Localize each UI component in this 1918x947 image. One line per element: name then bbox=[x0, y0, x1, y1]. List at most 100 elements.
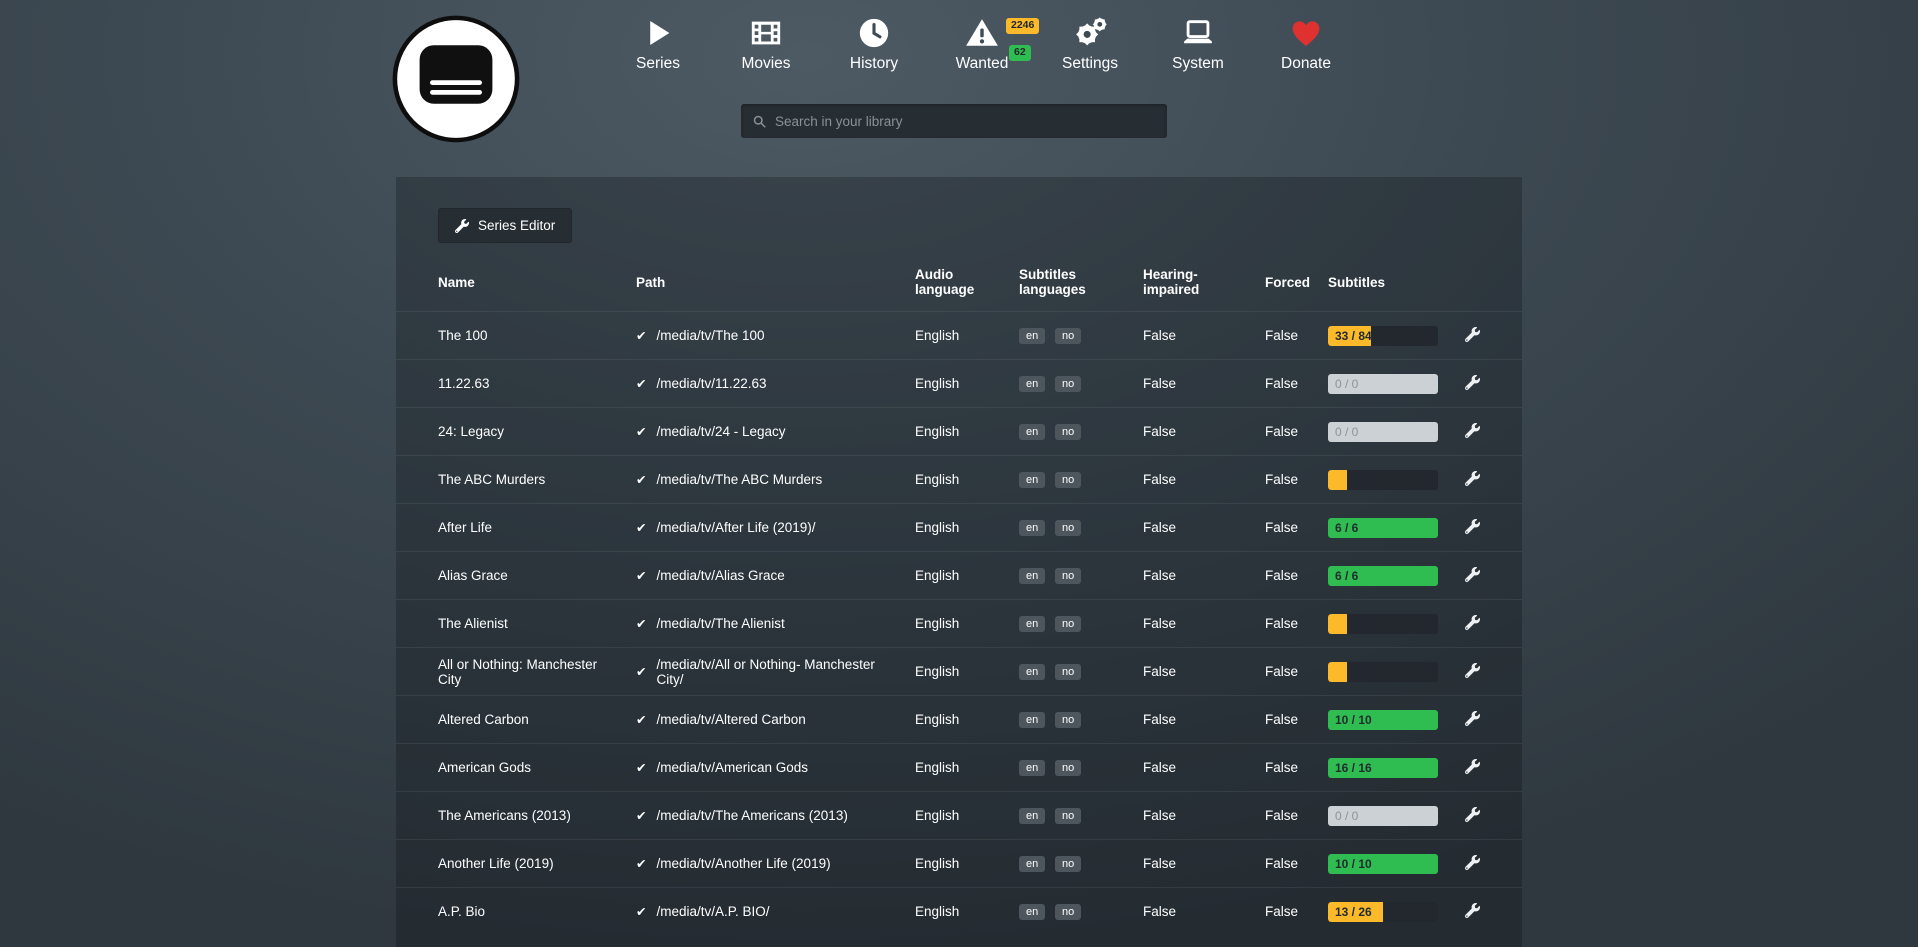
table-row: Altered Carbon ✔ /media/tv/Altered Carbo… bbox=[396, 695, 1522, 743]
subtitles-progress-bar bbox=[1328, 614, 1438, 634]
series-path: /media/tv/11.22.63 bbox=[656, 376, 766, 391]
wrench-icon[interactable] bbox=[1465, 855, 1480, 870]
forced-value: False bbox=[1265, 904, 1328, 919]
language-badge: en bbox=[1019, 520, 1045, 536]
clock-icon bbox=[857, 16, 891, 50]
wrench-icon[interactable] bbox=[1465, 567, 1480, 582]
gears-icon bbox=[1073, 16, 1107, 50]
nav-wanted[interactable]: Wanted 2246 62 bbox=[928, 16, 1036, 73]
series-table-header: Name Path Audio language Subtitles langu… bbox=[396, 267, 1522, 311]
check-icon: ✔ bbox=[636, 520, 646, 535]
series-path-cell: ✔ /media/tv/Alias Grace bbox=[636, 568, 915, 583]
nav-history[interactable]: History bbox=[820, 16, 928, 73]
wrench-icon[interactable] bbox=[1465, 807, 1480, 822]
series-path: /media/tv/The 100 bbox=[656, 328, 764, 343]
check-icon: ✔ bbox=[636, 424, 646, 439]
col-name-header: Name bbox=[438, 275, 636, 290]
app-logo[interactable] bbox=[391, 14, 521, 144]
subtitles-progress-cell: 6 / 6 bbox=[1328, 566, 1456, 586]
series-name-link[interactable]: Alias Grace bbox=[438, 568, 636, 583]
series-name-link[interactable]: 11.22.63 bbox=[438, 376, 636, 391]
table-row: After Life ✔ /media/tv/After Life (2019)… bbox=[396, 503, 1522, 551]
subtitles-progress-cell: 13 / 26 bbox=[1328, 902, 1456, 922]
table-row: The 100 ✔ /media/tv/The 100 English en n… bbox=[396, 311, 1522, 359]
audio-language-value: English bbox=[915, 760, 1019, 775]
audio-language-value: English bbox=[915, 664, 1019, 679]
subtitles-progress-cell: 16 / 16 bbox=[1328, 758, 1456, 778]
search-input[interactable] bbox=[775, 114, 1156, 129]
wrench-icon[interactable] bbox=[1465, 471, 1480, 486]
table-row: Another Life (2019) ✔ /media/tv/Another … bbox=[396, 839, 1522, 887]
progress-label: 0 / 0 bbox=[1335, 806, 1358, 826]
wanted-series-badge: 2246 bbox=[1006, 18, 1039, 34]
series-table: Name Path Audio language Subtitles langu… bbox=[396, 267, 1522, 935]
progress-label: 6 / 6 bbox=[1335, 518, 1358, 538]
series-name-link[interactable]: Altered Carbon bbox=[438, 712, 636, 727]
subtitles-languages-cell: en no bbox=[1019, 375, 1143, 392]
check-icon: ✔ bbox=[636, 472, 646, 487]
hearing-impaired-value: False bbox=[1143, 424, 1265, 439]
wrench-icon[interactable] bbox=[1465, 711, 1480, 726]
check-icon: ✔ bbox=[636, 712, 646, 727]
series-name-link[interactable]: All or Nothing: Manchester City bbox=[438, 657, 636, 687]
col-forced-header: Forced bbox=[1265, 275, 1328, 290]
audio-language-value: English bbox=[915, 376, 1019, 391]
subtitles-progress-cell: 0 / 0 bbox=[1328, 374, 1456, 394]
forced-value: False bbox=[1265, 808, 1328, 823]
series-name-link[interactable]: The ABC Murders bbox=[438, 472, 636, 487]
wrench-icon[interactable] bbox=[1465, 327, 1480, 342]
series-name-link[interactable]: The Alienist bbox=[438, 616, 636, 631]
series-name-link[interactable]: 24: Legacy bbox=[438, 424, 636, 439]
series-name-link[interactable]: Another Life (2019) bbox=[438, 856, 636, 871]
forced-value: False bbox=[1265, 856, 1328, 871]
progress-label: 10 / 10 bbox=[1335, 854, 1372, 874]
wrench-icon[interactable] bbox=[1465, 615, 1480, 630]
subtitles-progress-bar: 6 / 6 bbox=[1328, 566, 1438, 586]
wrench-icon[interactable] bbox=[1465, 375, 1480, 390]
language-badge: no bbox=[1055, 808, 1081, 824]
subtitles-progress-bar: 16 / 16 bbox=[1328, 758, 1438, 778]
subtitles-languages-cell: en no bbox=[1019, 471, 1143, 488]
subtitles-languages-cell: en no bbox=[1019, 903, 1143, 920]
series-path: /media/tv/Altered Carbon bbox=[656, 712, 805, 727]
wanted-movies-badge: 62 bbox=[1009, 45, 1031, 61]
audio-language-value: English bbox=[915, 712, 1019, 727]
wrench-icon[interactable] bbox=[1465, 423, 1480, 438]
subtitles-progress-cell bbox=[1328, 614, 1456, 634]
audio-language-value: English bbox=[915, 424, 1019, 439]
wrench-icon[interactable] bbox=[1465, 519, 1480, 534]
series-path: /media/tv/A.P. BIO/ bbox=[656, 904, 769, 919]
series-path-cell: ✔ /media/tv/All or Nothing- Manchester C… bbox=[636, 657, 915, 687]
series-name-link[interactable]: The 100 bbox=[438, 328, 636, 343]
series-editor-button[interactable]: Series Editor bbox=[438, 208, 572, 243]
table-row: A.P. Bio ✔ /media/tv/A.P. BIO/ English e… bbox=[396, 887, 1522, 935]
progress-label: 0 / 0 bbox=[1335, 374, 1358, 394]
series-name-link[interactable]: After Life bbox=[438, 520, 636, 535]
language-badge: en bbox=[1019, 760, 1045, 776]
nav-donate[interactable]: Donate bbox=[1252, 16, 1360, 73]
nav-movies[interactable]: Movies bbox=[712, 16, 820, 73]
nav-settings[interactable]: Settings bbox=[1036, 16, 1144, 73]
hearing-impaired-value: False bbox=[1143, 328, 1265, 343]
wrench-icon[interactable] bbox=[1465, 903, 1480, 918]
nav-series[interactable]: Series bbox=[604, 16, 712, 73]
language-badge: no bbox=[1055, 376, 1081, 392]
series-name-link[interactable]: American Gods bbox=[438, 760, 636, 775]
series-name-link[interactable]: A.P. Bio bbox=[438, 904, 636, 919]
film-icon bbox=[749, 16, 783, 50]
series-name-link[interactable]: The Americans (2013) bbox=[438, 808, 636, 823]
language-badge: en bbox=[1019, 568, 1045, 584]
forced-value: False bbox=[1265, 616, 1328, 631]
subtitles-progress-bar: 13 / 26 bbox=[1328, 902, 1438, 922]
language-badge: no bbox=[1055, 520, 1081, 536]
hearing-impaired-value: False bbox=[1143, 712, 1265, 727]
nav-system[interactable]: System bbox=[1144, 16, 1252, 73]
subtitles-languages-cell: en no bbox=[1019, 567, 1143, 584]
subtitles-languages-cell: en no bbox=[1019, 711, 1143, 728]
nav-settings-label: Settings bbox=[1062, 55, 1118, 73]
wrench-icon[interactable] bbox=[1465, 759, 1480, 774]
series-path-cell: ✔ /media/tv/A.P. BIO/ bbox=[636, 904, 915, 919]
wrench-icon[interactable] bbox=[1465, 663, 1480, 678]
progress-fill bbox=[1328, 662, 1347, 682]
table-row: Alias Grace ✔ /media/tv/Alias Grace Engl… bbox=[396, 551, 1522, 599]
